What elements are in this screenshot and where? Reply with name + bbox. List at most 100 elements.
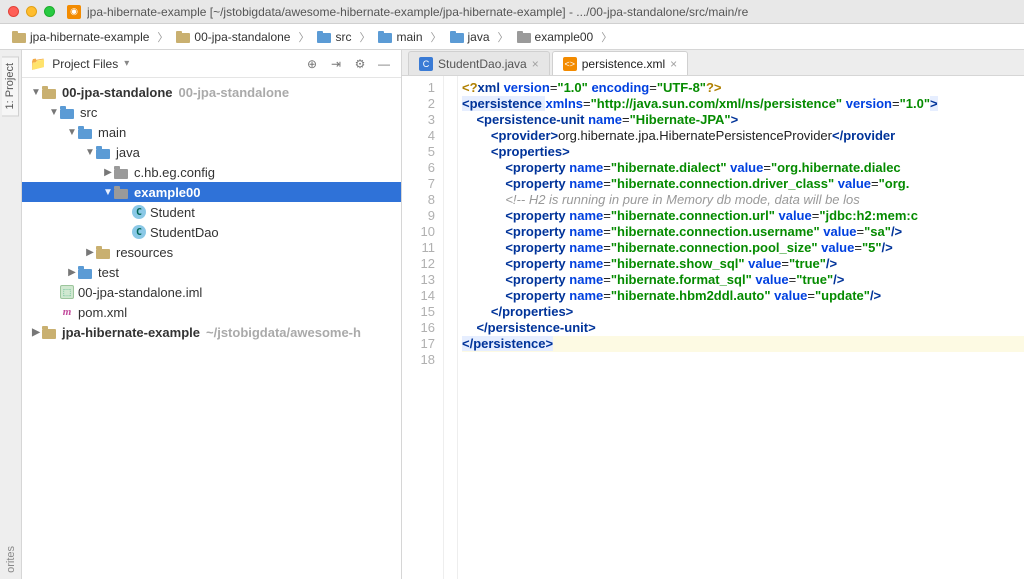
expand-arrow-icon[interactable]: ▼ [48,107,60,118]
tree-node[interactable]: m pom.xml [22,302,401,322]
fold-marker[interactable] [444,80,457,96]
fold-marker[interactable] [444,352,457,368]
code-editor[interactable]: 123456789101112131415161718 <?xml versio… [402,76,1024,579]
expand-arrow-icon[interactable]: ▶ [102,167,114,178]
code-line[interactable]: <property name="hibernate.connection.use… [462,224,1024,240]
expand-arrow-icon[interactable]: ▼ [30,87,42,98]
expand-arrow-icon[interactable]: ▼ [66,127,78,138]
folder-icon [60,106,76,119]
breadcrumb-item[interactable]: src [311,28,357,46]
expand-arrow-icon[interactable]: ▶ [66,267,78,278]
tree-node[interactable]: ⬚ 00-jpa-standalone.iml [22,282,401,302]
tree-node[interactable]: ▶ c.hb.eg.config [22,162,401,182]
tree-node[interactable]: ▶ jpa-hibernate-example~/jstobigdata/awe… [22,322,401,342]
code-line[interactable]: <persistence-unit name="Hibernate-JPA"> [462,112,1024,128]
breadcrumb-item[interactable]: jpa-hibernate-example [6,28,155,46]
fold-marker[interactable] [444,208,457,224]
folder-icon [317,31,331,43]
breadcrumb-separator: 〉 [601,29,612,45]
editor-tab[interactable]: CStudentDao.java× [408,51,550,75]
fold-marker[interactable] [444,272,457,288]
fold-marker[interactable] [444,256,457,272]
code-line[interactable]: <property name="hibernate.dialect" value… [462,160,1024,176]
fold-marker[interactable] [444,176,457,192]
code-line[interactable]: <property name="hibernate.connection.poo… [462,240,1024,256]
fold-marker[interactable] [444,112,457,128]
breadcrumb-label: 00-jpa-standalone [194,30,290,44]
fold-marker[interactable] [444,224,457,240]
tree-node-label: jpa-hibernate-example [62,325,200,340]
code-line[interactable]: <persistence xmlns="http://java.sun.com/… [462,96,1024,112]
tree-node[interactable]: ▶ test [22,262,401,282]
tree-node[interactable]: ▼ example00 [22,182,401,202]
tree-node[interactable]: ▼ src [22,102,401,122]
fold-marker[interactable] [444,336,457,352]
code-line[interactable]: </persistence> [462,336,1024,352]
editor-tab[interactable]: <>persistence.xml× [552,51,688,75]
breadcrumb-item[interactable]: example00 [511,28,600,46]
code-line[interactable]: <properties> [462,144,1024,160]
folder-icon [114,166,130,179]
expand-arrow-icon[interactable]: ▶ [30,327,42,338]
code-line[interactable]: <?xml version="1.0" encoding="UTF-8"?> [462,80,1024,96]
close-window-button[interactable] [8,6,19,17]
breadcrumb-item[interactable]: java [444,28,496,46]
code-line[interactable] [462,352,1024,368]
tree-node-label: main [98,125,126,140]
breadcrumb-item[interactable]: main [372,28,428,46]
fold-marker[interactable] [444,144,457,160]
settings-gear-icon[interactable]: ⚙ [351,57,369,71]
favorites-tool-tab[interactable]: orites [3,540,19,579]
tree-node[interactable]: ▼ main [22,122,401,142]
fold-marker[interactable] [444,96,457,112]
class-icon: C [132,205,146,219]
project-view-selector[interactable]: Project Files [52,57,118,71]
minimize-window-button[interactable] [26,6,37,17]
code-content[interactable]: <?xml version="1.0" encoding="UTF-8"?><p… [458,76,1024,579]
fold-marker[interactable] [444,320,457,336]
fold-marker[interactable] [444,160,457,176]
breadcrumb-bar: jpa-hibernate-example〉00-jpa-standalone〉… [0,24,1024,50]
close-tab-icon[interactable]: × [532,57,539,71]
fold-marker[interactable] [444,304,457,320]
line-number: 4 [402,128,435,144]
chevron-down-icon: ▾ [124,58,129,69]
code-line[interactable]: <!-- H2 is running in pure in Memory db … [462,192,1024,208]
hide-panel-button[interactable]: — [375,57,393,71]
fold-marker[interactable] [444,192,457,208]
fold-marker[interactable] [444,240,457,256]
tree-node-label: pom.xml [78,305,127,320]
tree-node[interactable]: C StudentDao [22,222,401,242]
breadcrumb-label: java [468,30,490,44]
expand-arrow-icon[interactable]: ▼ [84,147,96,158]
maximize-window-button[interactable] [44,6,55,17]
tree-node[interactable]: ▼ java [22,142,401,162]
fold-marker[interactable] [444,128,457,144]
code-line[interactable]: <provider>org.hibernate.jpa.HibernatePer… [462,128,1024,144]
breadcrumb-item[interactable]: 00-jpa-standalone [170,28,296,46]
tree-node[interactable]: C Student [22,202,401,222]
expand-arrow-icon[interactable]: ▼ [102,187,114,198]
project-panel: 📁 Project Files ▾ ⊕ ⇥ ⚙ — ▼ 00-jpa-stand… [22,50,402,579]
tree-node-label: StudentDao [150,225,219,240]
fold-marker[interactable] [444,288,457,304]
tree-node-path-hint: 00-jpa-standalone [179,85,290,100]
scroll-from-source-button[interactable]: ⊕ [303,57,321,71]
window-controls [8,6,55,17]
expand-arrow-icon[interactable]: ▶ [84,247,96,258]
tree-node[interactable]: ▼ 00-jpa-standalone00-jpa-standalone [22,82,401,102]
java-file-icon: C [419,57,433,71]
code-line[interactable]: </persistence-unit> [462,320,1024,336]
code-line[interactable]: <property name="hibernate.connection.dri… [462,176,1024,192]
project-tool-tab[interactable]: 1: Project [2,56,19,116]
project-tree[interactable]: ▼ 00-jpa-standalone00-jpa-standalone▼ sr… [22,78,401,579]
collapse-all-button[interactable]: ⇥ [327,57,345,71]
close-tab-icon[interactable]: × [670,57,677,71]
code-line[interactable]: <property name="hibernate.format_sql" va… [462,272,1024,288]
code-line[interactable]: </properties> [462,304,1024,320]
code-line[interactable]: <property name="hibernate.connection.url… [462,208,1024,224]
tree-node[interactable]: ▶ resources [22,242,401,262]
code-line[interactable]: <property name="hibernate.show_sql" valu… [462,256,1024,272]
fold-column[interactable] [444,76,458,579]
code-line[interactable]: <property name="hibernate.hbm2ddl.auto" … [462,288,1024,304]
